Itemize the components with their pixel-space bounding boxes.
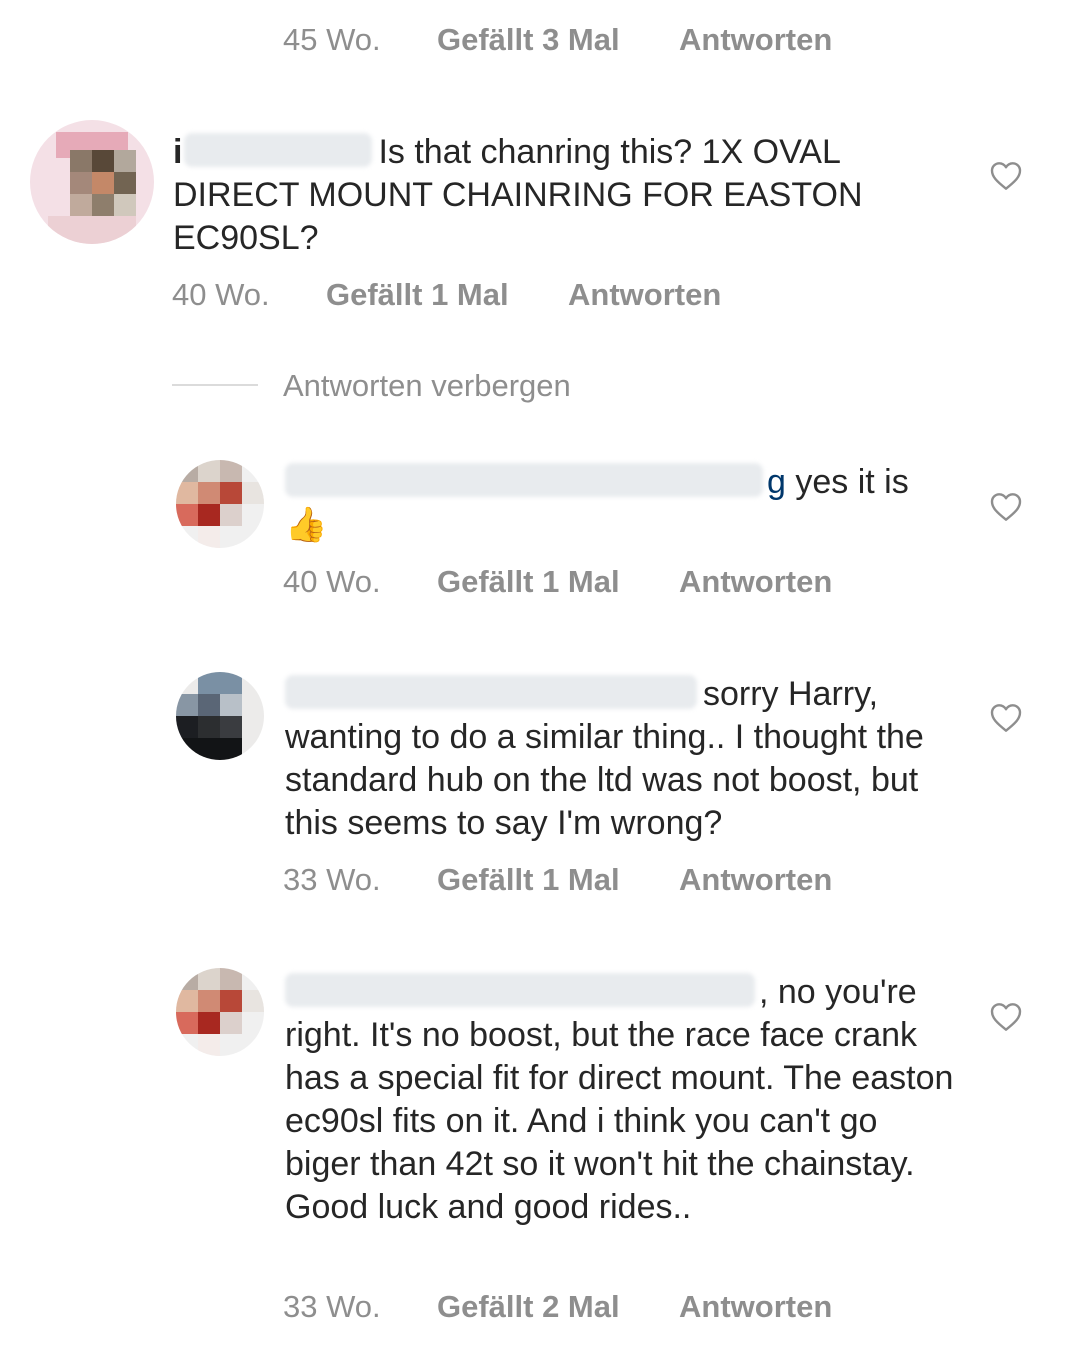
heart-icon[interactable] [990, 492, 1022, 522]
username-blurred [285, 463, 763, 497]
comment-likes[interactable]: Gefällt 1 Mal [437, 564, 679, 600]
comment-body: i Is that chanring this? 1X OVAL DIRECT M… [173, 131, 913, 260]
comment-text-first: sorry Harry, [703, 675, 879, 713]
comment-time: 33 Wo. [283, 862, 381, 897]
heart-icon[interactable] [990, 161, 1022, 191]
reply-button[interactable]: Antworten [679, 1289, 832, 1325]
avatar[interactable] [176, 672, 264, 760]
hide-replies-label: Antworten verbergen [283, 368, 571, 403]
comment-meta: 40 Wo. Gefällt 1 Mal Antworten [172, 277, 721, 313]
comment-meta: 33 Wo. Gefällt 2 Mal Antworten [283, 1289, 832, 1325]
comment-time: 45 Wo. [283, 22, 381, 57]
comment-text: yes it is [795, 463, 909, 501]
comment-likes[interactable]: Gefällt 1 Mal [326, 277, 568, 313]
username-blurred [285, 675, 697, 709]
comment-meta: 45 Wo. Gefällt 3 Mal Antworten [283, 22, 832, 58]
comment-meta: 33 Wo. Gefällt 1 Mal Antworten [283, 862, 832, 898]
reply-button[interactable]: Antworten [679, 22, 832, 58]
heart-icon[interactable] [990, 703, 1022, 733]
avatar[interactable] [176, 968, 264, 1056]
thumbs-up-icon: 👍 [285, 506, 328, 544]
comment-likes[interactable]: Gefällt 3 Mal [437, 22, 679, 58]
reply-button[interactable]: Antworten [679, 862, 832, 898]
comment-likes[interactable]: Gefällt 2 Mal [437, 1289, 679, 1325]
avatar[interactable] [176, 460, 264, 548]
comment-body: g yes it is 👍 [285, 461, 945, 547]
comment-body: sorry Harry, wanting to do a similar thi… [285, 673, 955, 845]
comment-likes[interactable]: Gefällt 1 Mal [437, 862, 679, 898]
mention-fragment[interactable]: g [767, 463, 786, 501]
hide-replies-button[interactable]: Antworten verbergen [283, 368, 571, 404]
username[interactable]: i [173, 133, 182, 171]
replies-divider [172, 384, 258, 386]
comment-body: , no you're right. It's no boost, but th… [285, 971, 955, 1229]
reply-button[interactable]: Antworten [679, 564, 832, 600]
comment-time: 40 Wo. [283, 564, 381, 599]
avatar[interactable] [30, 120, 154, 244]
comment-text: wanting to do a similar thing.. I though… [285, 718, 924, 842]
comment-text: right. It's no boost, but the race face … [285, 1016, 954, 1226]
heart-icon[interactable] [990, 1002, 1022, 1032]
comment-meta: 40 Wo. Gefällt 1 Mal Antworten [283, 564, 832, 600]
username-blurred [285, 973, 755, 1007]
username-blurred [184, 133, 373, 167]
comment-time: 40 Wo. [172, 277, 270, 312]
reply-button[interactable]: Antworten [568, 277, 721, 313]
comment-text-first: , no you're [759, 973, 917, 1011]
comment-time: 33 Wo. [283, 1289, 381, 1324]
